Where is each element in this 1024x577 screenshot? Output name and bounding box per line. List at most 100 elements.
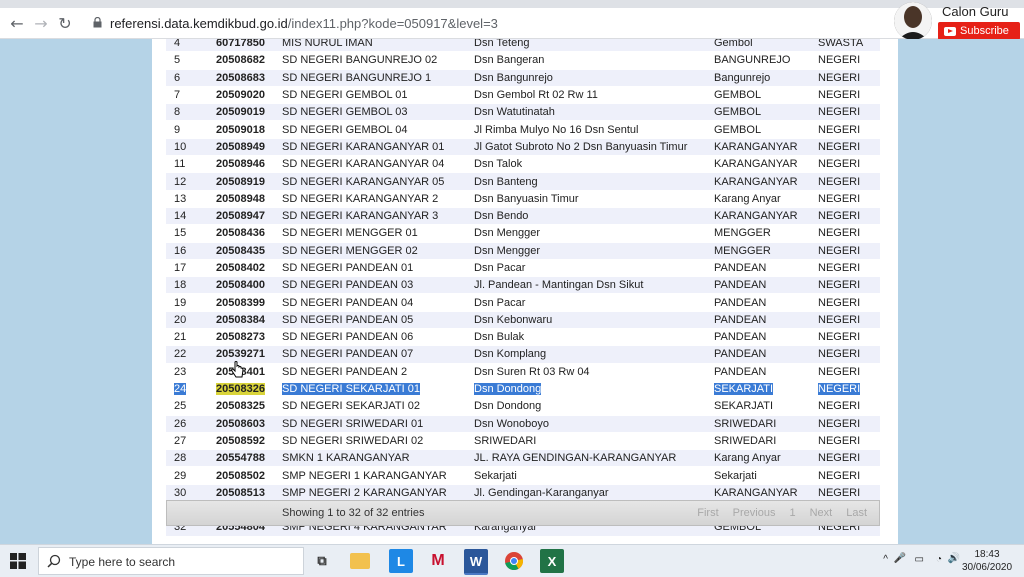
cell-no: 10 [166, 137, 208, 156]
mcafee-icon[interactable]: M [426, 549, 450, 573]
battery-icon[interactable]: ◔ [936, 554, 942, 565]
cell-alamat: Dsn Bendo [466, 206, 706, 225]
page-background: 4 60717850 MIS NURUL IMAN Dsn Teteng Gembol S… [0, 39, 1024, 544]
cell-alamat-text: Dsn Bendo [474, 210, 529, 223]
cell-no-text: 5 [174, 54, 181, 67]
table-row[interactable]: 25 20508325 SD NEGERI SEKARJATI 02 Dsn Dond… [166, 397, 880, 416]
forward-icon[interactable]: → [30, 13, 52, 33]
table-row[interactable]: 30 20508513 SMP NEGERI 2 KARANGANYAR Jl. Ge… [166, 483, 880, 502]
table-row[interactable]: 14 20508947 SD NEGERI KARANGANYAR 3 Dsn Ben… [166, 206, 880, 225]
cell-alamat: Jl Rimba Mulyo No 16 Dsn Sentul [466, 120, 706, 139]
cell-desa: Sekarjati [706, 466, 810, 485]
school-table: 4 60717850 MIS NURUL IMAN Dsn Teteng Gembol S… [166, 39, 880, 536]
cell-no-text: 19 [174, 296, 187, 309]
entries-info: Showing 1 to 32 of 32 entries [282, 507, 425, 519]
cell-nama-text: SD NEGERI PANDEAN 01 [282, 262, 414, 274]
address-bar[interactable]: referensi.data.kemdikbud.go.id/index11.p… [110, 16, 498, 31]
cell-no: 12 [166, 172, 208, 191]
windows-start-icon[interactable] [10, 553, 26, 569]
pager-page[interactable]: 1 [789, 507, 795, 519]
back-icon[interactable]: ← [6, 13, 28, 33]
cell-status-text: NEGERI [818, 383, 861, 396]
table-row[interactable]: 15 20508436 SD NEGERI MENGGER 01 Dsn Mengge… [166, 224, 880, 243]
table-row[interactable]: 5 20508682 SD NEGERI BANGUNREJO 02 Dsn Bang… [166, 51, 880, 70]
table-row[interactable]: 26 20508603 SD NEGERI SRIWEDARI 01 Dsn Wono… [166, 414, 880, 433]
pager-previous[interactable]: Previous [733, 507, 776, 519]
pager-last[interactable]: Last [846, 507, 867, 519]
cell-npsn-text: 20508949 [216, 140, 265, 153]
table-row[interactable]: 22 20539271 SD NEGERI PANDEAN 07 Dsn Kompla… [166, 345, 880, 364]
chevron-up-icon[interactable]: ^ [883, 554, 888, 565]
cell-alamat-text: Jl Gatot Subroto No 2 Dsn Banyuasin Timu… [474, 140, 688, 153]
cell-alamat-text: Dsn Pacar [474, 296, 526, 309]
table-row[interactable]: 20 20508384 SD NEGERI PANDEAN 05 Dsn Kebonw… [166, 310, 880, 329]
table-row[interactable]: 8 20509019 SD NEGERI GEMBOL 03 Dsn Watutina… [166, 103, 880, 121]
file-explorer-icon[interactable] [350, 553, 370, 569]
table-row[interactable]: 17 20508402 SD NEGERI PANDEAN 01 Dsn Pacar P… [166, 258, 880, 277]
cell-no: 5 [166, 51, 208, 70]
pager-first[interactable]: First [697, 507, 718, 519]
table-row[interactable]: 18 20508400 SD NEGERI PANDEAN 03 Jl. Pandea… [166, 276, 880, 294]
cell-desa: SEKARJATI [706, 397, 810, 416]
clock-time: 18:43 [974, 549, 1000, 560]
cell-status: NEGERI [810, 310, 880, 329]
task-view-icon[interactable]: ⧉ [310, 549, 334, 573]
table-row[interactable]: 16 20508435 SD NEGERI MENGGER 02 Dsn Mengge… [166, 241, 880, 260]
cell-no-text: 21 [174, 331, 187, 344]
volume-icon[interactable]: 🔊 [948, 553, 960, 564]
table-row[interactable]: 2320508401SD NEGERI PANDEAN 2Dsn Suren R… [166, 362, 880, 381]
table-row[interactable]: 27 20508592 SD NEGERI SRIWEDARI 02 SRIWEDAR… [166, 431, 880, 450]
table-row[interactable]: 11 20508946 SD NEGERI KARANGANYAR 04 Dsn Ta… [166, 155, 880, 173]
l-app-icon[interactable]: L [389, 549, 413, 573]
cell-status: NEGERI [810, 103, 880, 121]
clock[interactable]: 18:43 30/06/2020 [960, 548, 1014, 574]
table-row[interactable]: 9 20509018 SD NEGERI GEMBOL 04 Jl Rimba Mul… [166, 120, 880, 139]
reload-icon[interactable]: ↻ [54, 13, 76, 33]
cell-status: NEGERI [810, 51, 880, 70]
cell-status: NEGERI [810, 483, 880, 502]
taskbar-search[interactable]: Type here to search [38, 547, 304, 575]
cell-alamat-text: Dsn Wonoboyo [474, 417, 550, 430]
cell-npsn: 20508949 [208, 137, 274, 156]
table-row[interactable]: 29 20508502 SMP NEGERI 1 KARANGANYAR Sekarj… [166, 466, 880, 485]
subscribe-button[interactable]: Subscribe [938, 22, 1020, 40]
cell-status: NEGERI [810, 293, 880, 312]
cell-no: 25 [166, 397, 208, 416]
network-icon[interactable]: ▭ [915, 554, 924, 565]
cell-nama-text: SD NEGERI PANDEAN 03 [282, 279, 414, 292]
cell-no: 4 [166, 39, 208, 52]
table-row[interactable]: 21 20508273 SD NEGERI PANDEAN 06 Dsn Bulak P… [166, 328, 880, 346]
table-row[interactable]: 19 20508399 SD NEGERI PANDEAN 04 Dsn Pacar P… [166, 293, 880, 312]
cell-npsn: 20508325 [208, 397, 274, 416]
chrome-icon[interactable] [502, 549, 526, 573]
excel-icon[interactable]: X [540, 549, 564, 573]
table-row[interactable]: 7 20509020 SD NEGERI GEMBOL 01 Dsn Gembol R… [166, 85, 880, 104]
table-row[interactable]: 10 20508949 SD NEGERI KARANGANYAR 01 Jl Gat… [166, 137, 880, 156]
table-row[interactable]: 24 20508326 SD NEGERI SEKARJATI 01 Dsn Dond… [166, 379, 880, 398]
url-host: referensi.data.kemdikbud.go.id [110, 16, 288, 31]
cell-status: NEGERI [810, 397, 880, 416]
cell-no: 8 [166, 103, 208, 121]
cell-desa: GEMBOL [706, 85, 810, 104]
cell-npsn-text: 20509020 [216, 89, 265, 102]
cell-npsn-text: 20508592 [216, 434, 265, 447]
microphone-icon[interactable]: 🎤 [894, 553, 906, 564]
cell-no: 23 [166, 362, 208, 381]
cell-npsn-text: 20509019 [216, 106, 265, 119]
cell-nama: SD NEGERI KARANGANYAR 2 [274, 189, 466, 208]
pager-next[interactable]: Next [810, 507, 833, 519]
table-row[interactable]: 4 60717850 MIS NURUL IMAN Dsn Teteng Gembol S… [166, 39, 880, 52]
table-row[interactable]: 28 20554788 SMKN 1 KARANGANYAR JL. RAYA GEN… [166, 449, 880, 467]
cell-desa-text: MENGGER [714, 227, 771, 240]
cell-npsn-text: 20554788 [216, 452, 265, 465]
cell-no-text: 22 [174, 348, 187, 361]
cell-alamat-text: Dsn Dondong [474, 400, 542, 413]
table-row[interactable]: 6 20508683 SD NEGERI BANGUNREJO 1 Dsn Bangu… [166, 68, 880, 87]
table-row[interactable]: 12 20508919 SD NEGERI KARANGANYAR 05 Dsn Ba… [166, 172, 880, 191]
table-row[interactable]: 13 20508948 SD NEGERI KARANGANYAR 2 Dsn Ban… [166, 189, 880, 208]
clock-date: 30/06/2020 [961, 562, 1013, 573]
word-icon[interactable]: W [464, 549, 488, 575]
cell-no-text: 11 [174, 158, 186, 171]
cell-alamat-text: Dsn Talok [474, 158, 523, 171]
cell-npsn: 20508435 [208, 241, 274, 260]
